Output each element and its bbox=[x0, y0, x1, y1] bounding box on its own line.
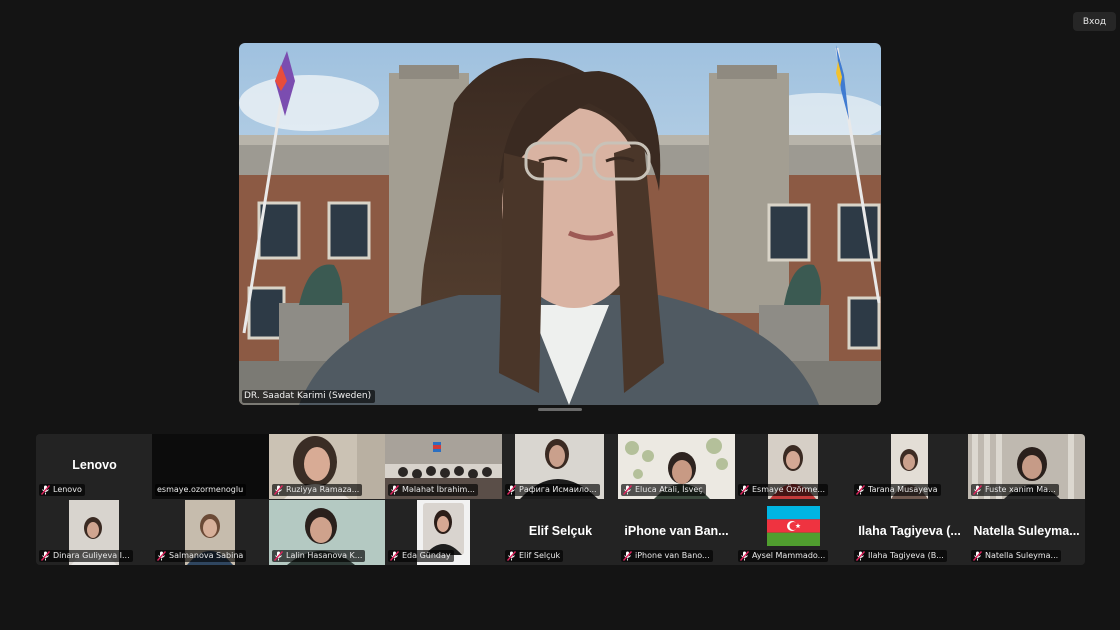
participant-name-label: Fuste xanim Ma... bbox=[971, 484, 1059, 496]
participant-tile[interactable]: Dinara Guliyeva I... bbox=[36, 500, 153, 565]
participant-name-label: esmaye.ozormenoglu bbox=[155, 484, 247, 496]
mic-muted-icon bbox=[507, 551, 516, 561]
participant-tile[interactable]: Məlahət İbrahim... bbox=[385, 434, 502, 499]
participant-name: Eda Günday bbox=[402, 551, 451, 560]
mic-muted-icon bbox=[390, 485, 399, 495]
participant-name: Natella Suleyma... bbox=[985, 551, 1059, 560]
participant-name-label: Esmaye Özörme... bbox=[738, 484, 828, 496]
participant-display-name: Ilaha Tagiyeva (... bbox=[858, 524, 961, 538]
participant-name: Tarana Musayeva bbox=[868, 485, 938, 494]
participant-tile[interactable]: Elif Selçuk Elif Selçuk bbox=[502, 500, 619, 565]
sign-in-button[interactable]: Вход bbox=[1073, 12, 1116, 31]
participant-name: Ilaha Tagiyeva (B... bbox=[868, 551, 944, 560]
participant-tile[interactable]: Aysel Mammado... bbox=[735, 500, 852, 565]
participant-name: Ruziyya Ramaza... bbox=[286, 485, 360, 494]
speaker-name-label: DR. Saadat Karimi (Sweden) bbox=[242, 390, 376, 403]
participant-tile[interactable]: Salmanova Sabina bbox=[152, 500, 269, 565]
participant-gallery: Lenovo Lenovo esmaye.ozormenoglu Ruziyya… bbox=[36, 434, 1085, 565]
mic-muted-icon bbox=[41, 485, 50, 495]
participant-name: Aysel Mammado... bbox=[752, 551, 826, 560]
participant-name-label: Eda Günday bbox=[388, 550, 454, 562]
azerbaijan-flag-icon bbox=[767, 506, 820, 546]
active-speaker-video[interactable]: DR. Saadat Karimi (Sweden) bbox=[239, 43, 881, 405]
participant-name: esmaye.ozormenoglu bbox=[157, 485, 244, 494]
participant-name-label: iPhone van Bano... bbox=[621, 550, 713, 562]
participant-tile[interactable]: Lalin Hasanova K... bbox=[269, 500, 386, 565]
participant-tile[interactable]: esmaye.ozormenoglu bbox=[152, 434, 269, 499]
participant-tile[interactable]: Lenovo Lenovo bbox=[36, 434, 153, 499]
participant-name-label: Natella Suleyma... bbox=[971, 550, 1062, 562]
participant-name: Məlahət İbrahim... bbox=[402, 485, 475, 494]
participant-name: Eluca Atali, İsveç bbox=[635, 485, 703, 494]
mic-muted-icon bbox=[507, 485, 516, 495]
mic-muted-icon bbox=[740, 485, 749, 495]
participant-name-label: Elif Selçuk bbox=[505, 550, 564, 562]
mic-muted-icon bbox=[623, 551, 632, 561]
participant-name: Esmaye Özörme... bbox=[752, 485, 825, 494]
participant-tile[interactable]: Tarana Musayeva bbox=[851, 434, 968, 499]
participant-display-name: iPhone van Ban... bbox=[624, 524, 729, 538]
participant-name-label: Məlahət İbrahim... bbox=[388, 484, 478, 496]
gallery-resize-handle[interactable] bbox=[538, 408, 582, 411]
participant-name: Elif Selçuk bbox=[519, 551, 561, 560]
participant-tile[interactable]: Fuste xanim Ma... bbox=[968, 434, 1085, 499]
participant-name-label: Lenovo bbox=[39, 484, 85, 496]
mic-muted-icon bbox=[157, 551, 166, 561]
participant-name-label: Aysel Mammado... bbox=[738, 550, 829, 562]
mic-muted-icon bbox=[973, 485, 982, 495]
participant-display-name: Natella Suleyma... bbox=[973, 524, 1080, 538]
participant-tile[interactable]: Ilaha Tagiyeva (... Ilaha Tagiyeva (B... bbox=[851, 500, 968, 565]
mic-muted-icon bbox=[740, 551, 749, 561]
participant-name: Dinara Guliyeva I... bbox=[53, 551, 130, 560]
participant-name-label: Tarana Musayeva bbox=[854, 484, 941, 496]
participant-name-label: Salmanova Sabina bbox=[155, 550, 247, 562]
speaker-video-frame bbox=[239, 43, 881, 405]
participant-name-label: Lalin Hasanova K... bbox=[272, 550, 366, 562]
participant-tile[interactable]: Рафига Исмаило... bbox=[502, 434, 619, 499]
participant-tile[interactable]: Esmaye Özörme... bbox=[735, 434, 852, 499]
participant-display-name: Lenovo bbox=[72, 458, 117, 472]
participant-name-label: Eluca Atali, İsveç bbox=[621, 484, 706, 496]
mic-muted-icon bbox=[973, 551, 982, 561]
participant-tile[interactable]: Eda Günday bbox=[385, 500, 502, 565]
participant-name: Fuste xanim Ma... bbox=[985, 485, 1056, 494]
participant-name-label: Ruziyya Ramaza... bbox=[272, 484, 363, 496]
participant-tile[interactable]: iPhone van Ban... iPhone van Bano... bbox=[618, 500, 735, 565]
mic-muted-icon bbox=[623, 485, 632, 495]
participant-name-label: Dinara Guliyeva I... bbox=[39, 550, 133, 562]
mic-muted-icon bbox=[274, 485, 283, 495]
participant-tile[interactable]: Ruziyya Ramaza... bbox=[269, 434, 386, 499]
participant-display-name: Elif Selçuk bbox=[528, 524, 593, 538]
participant-name: iPhone van Bano... bbox=[635, 551, 710, 560]
mic-muted-icon bbox=[856, 551, 865, 561]
mic-muted-icon bbox=[41, 551, 50, 561]
mic-muted-icon bbox=[856, 485, 865, 495]
participant-name: Salmanova Sabina bbox=[169, 551, 244, 560]
participant-tile[interactable]: Eluca Atali, İsveç bbox=[618, 434, 735, 499]
participant-tile[interactable]: Natella Suleyma... Natella Suleyma... bbox=[968, 500, 1085, 565]
mic-muted-icon bbox=[274, 551, 283, 561]
participant-name: Рафига Исмаило... bbox=[519, 485, 597, 494]
participant-name-label: Ilaha Tagiyeva (B... bbox=[854, 550, 947, 562]
participant-name-label: Рафига Исмаило... bbox=[505, 484, 600, 496]
participant-name: Lenovo bbox=[53, 485, 82, 494]
mic-muted-icon bbox=[390, 551, 399, 561]
participant-name: Lalin Hasanova K... bbox=[286, 551, 363, 560]
